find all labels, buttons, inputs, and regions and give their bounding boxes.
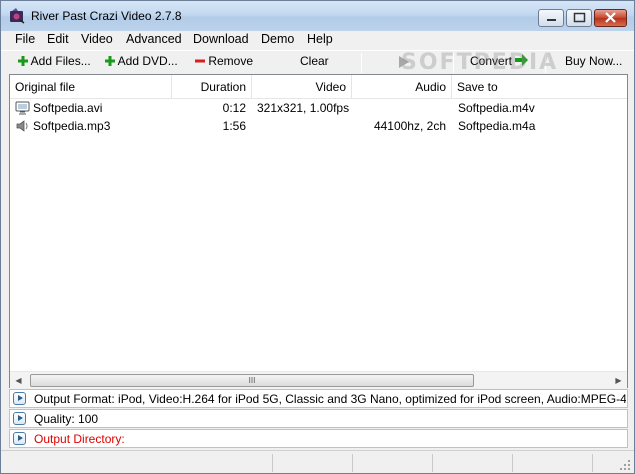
cell-duration: 1:56 bbox=[222, 119, 246, 133]
resize-grip-icon[interactable] bbox=[619, 459, 631, 471]
column-audio[interactable]: Audio bbox=[352, 75, 452, 99]
output-format-row[interactable]: Output Format: iPod, Video:H.264 for iPo… bbox=[9, 389, 628, 408]
scroll-right-arrow[interactable]: ▶ bbox=[610, 372, 627, 389]
menu-help[interactable]: Help bbox=[306, 32, 334, 46]
add-dvd-button[interactable]: Add DVD... bbox=[105, 54, 178, 72]
buy-now-label: Buy Now... bbox=[565, 54, 623, 68]
clear-button[interactable]: Clear bbox=[300, 54, 329, 72]
expand-arrow-icon[interactable] bbox=[13, 432, 26, 445]
window-title: River Past Crazi Video 2.7.8 bbox=[31, 9, 182, 23]
monitor-icon bbox=[15, 101, 30, 115]
clear-label: Clear bbox=[300, 54, 329, 68]
add-dvd-label: Add DVD... bbox=[117, 54, 178, 68]
toolbar-separator bbox=[361, 53, 362, 73]
maximize-icon bbox=[573, 12, 586, 23]
toolbar-separator bbox=[453, 53, 454, 73]
file-row[interactable]: Softpedia.mp3 1:56 44100hz, 2ch Softpedi… bbox=[10, 117, 627, 135]
play-button[interactable] bbox=[398, 55, 410, 73]
menu-video[interactable]: Video bbox=[80, 32, 114, 46]
output-directory-text: Output Directory: bbox=[34, 432, 125, 446]
status-pane bbox=[353, 454, 433, 472]
cell-video: 321x321, 1.00fps bbox=[257, 101, 350, 115]
cell-save-to: Softpedia.m4a bbox=[458, 119, 536, 133]
scroll-thumb[interactable]: III bbox=[30, 374, 474, 387]
buy-now-button[interactable]: Buy Now... bbox=[565, 54, 622, 72]
remove-label: Remove bbox=[208, 54, 254, 68]
list-header: Original file Duration Video Audio Save … bbox=[10, 75, 627, 99]
toolbar: Add Files... Add DVD... Remove Clear Con… bbox=[1, 50, 634, 74]
status-pane bbox=[273, 454, 353, 472]
remove-button[interactable]: Remove bbox=[195, 54, 253, 72]
convert-label: Convert bbox=[470, 54, 513, 68]
status-bar bbox=[1, 450, 634, 473]
add-files-label: Add Files... bbox=[30, 54, 91, 68]
close-button[interactable] bbox=[594, 9, 627, 27]
minimize-button[interactable] bbox=[538, 9, 564, 27]
column-original-file[interactable]: Original file bbox=[10, 75, 172, 99]
add-files-button[interactable]: Add Files... bbox=[18, 54, 91, 72]
expand-arrow-icon[interactable] bbox=[13, 412, 26, 425]
minimize-icon bbox=[547, 19, 556, 21]
convert-button[interactable]: Convert bbox=[470, 54, 529, 72]
menu-file[interactable]: File bbox=[14, 32, 36, 46]
cell-duration: 0:12 bbox=[222, 101, 246, 115]
arrow-right-icon bbox=[515, 54, 529, 66]
file-list[interactable]: Original file Duration Video Audio Save … bbox=[9, 74, 628, 388]
horizontal-scrollbar[interactable]: ◀ III ▶ bbox=[10, 371, 627, 388]
status-pane bbox=[433, 454, 513, 472]
status-pane bbox=[1, 454, 273, 472]
menu-demo[interactable]: Demo bbox=[260, 32, 295, 46]
expand-arrow-icon[interactable] bbox=[13, 392, 26, 405]
plus-icon bbox=[18, 56, 28, 66]
status-pane bbox=[513, 454, 593, 472]
output-directory-row[interactable]: Output Directory: bbox=[9, 429, 628, 448]
menu-download[interactable]: Download bbox=[192, 32, 250, 46]
maximize-button[interactable] bbox=[566, 9, 592, 27]
speaker-icon bbox=[16, 120, 28, 132]
menu-advanced[interactable]: Advanced bbox=[125, 32, 183, 46]
app-window: River Past Crazi Video 2.7.8 File Edit V… bbox=[0, 0, 635, 474]
app-logo-icon bbox=[10, 8, 25, 24]
output-format-text: Output Format: iPod, Video:H.264 for iPo… bbox=[34, 392, 626, 406]
quality-text: Quality: 100 bbox=[34, 412, 99, 426]
column-duration[interactable]: Duration bbox=[172, 75, 252, 99]
scroll-left-arrow[interactable]: ◀ bbox=[10, 372, 27, 389]
cell-audio bbox=[352, 99, 446, 117]
plus-icon bbox=[105, 56, 115, 66]
menu-edit[interactable]: Edit bbox=[46, 32, 70, 46]
cell-video bbox=[257, 117, 367, 135]
menu-bar: File Edit Video Advanced Download Demo H… bbox=[1, 31, 634, 50]
minus-icon bbox=[195, 59, 205, 63]
column-video[interactable]: Video bbox=[252, 75, 352, 99]
cell-save-to: Softpedia.m4v bbox=[458, 101, 535, 115]
cell-original-file: Softpedia.mp3 bbox=[33, 119, 111, 133]
cell-original-file: Softpedia.avi bbox=[33, 101, 103, 115]
play-icon bbox=[399, 56, 409, 68]
title-bar[interactable]: River Past Crazi Video 2.7.8 bbox=[1, 1, 634, 31]
cell-audio: 44100hz, 2ch bbox=[373, 119, 446, 133]
column-save-to[interactable]: Save to bbox=[452, 75, 627, 99]
quality-row[interactable]: Quality: 100 bbox=[9, 409, 628, 428]
close-icon bbox=[605, 12, 616, 23]
file-row[interactable]: Softpedia.avi 0:12 321x321, 1.00fps Soft… bbox=[10, 99, 627, 117]
toolbar-separator bbox=[545, 53, 546, 73]
